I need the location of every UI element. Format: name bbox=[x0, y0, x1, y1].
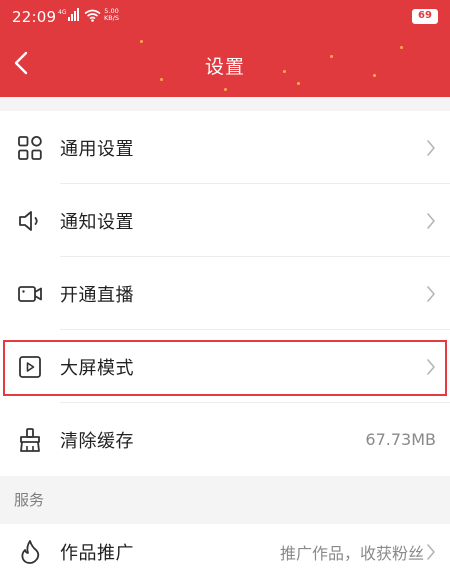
settings-item-general[interactable]: 通用设置 bbox=[0, 111, 450, 184]
settings-item-label: 清除缓存 bbox=[60, 430, 134, 452]
settings-item-large-screen-mode[interactable]: 大屏模式 bbox=[0, 330, 450, 403]
page-title: 设置 bbox=[204, 56, 245, 78]
battery-indicator: 69 bbox=[412, 9, 438, 24]
video-camera-icon bbox=[16, 280, 44, 308]
settings-item-clear-cache[interactable]: 清除缓存 67.73MB bbox=[0, 403, 450, 476]
svg-text:4G: 4G bbox=[58, 9, 67, 16]
signal-4g-icon: 4G bbox=[58, 8, 79, 21]
settings-item-label: 通用设置 bbox=[60, 138, 134, 160]
section-header-services: 服务 bbox=[0, 476, 450, 524]
cache-size-value: 67.73MB bbox=[365, 430, 436, 449]
chevron-right-icon bbox=[427, 544, 435, 560]
status-bar: 22:09 4G 5.00 KB/S 69 bbox=[0, 0, 450, 34]
services-item-promotion[interactable]: 作品推广 推广作品，收获粉丝 bbox=[0, 524, 450, 580]
settings-item-notifications[interactable]: 通知设置 bbox=[0, 184, 450, 257]
settings-item-label: 大屏模式 bbox=[60, 357, 134, 379]
play-screen-icon bbox=[16, 353, 44, 381]
flame-icon bbox=[16, 538, 44, 566]
decor-sparkle bbox=[297, 82, 300, 85]
settings-item-label: 开通直播 bbox=[60, 284, 134, 306]
decor-sparkle bbox=[140, 40, 143, 43]
settings-item-label: 通知设置 bbox=[60, 211, 134, 233]
settings-item-live-stream[interactable]: 开通直播 bbox=[0, 257, 450, 330]
grid-apps-icon bbox=[16, 134, 44, 162]
network-speed: 5.00 KB/S bbox=[104, 8, 119, 22]
speaker-icon bbox=[16, 207, 44, 235]
wifi-icon bbox=[84, 9, 101, 22]
services-item-label: 作品推广 bbox=[60, 543, 134, 564]
chevron-right-icon bbox=[427, 139, 435, 156]
network-speed-unit: KB/S bbox=[104, 14, 120, 22]
section-gap bbox=[0, 97, 450, 111]
decor-sparkle bbox=[224, 88, 227, 91]
promotion-hint: 推广作品，收获粉丝 bbox=[279, 544, 424, 563]
broom-icon bbox=[16, 426, 44, 454]
app-header: 22:09 4G 5.00 KB/S 69 设置 bbox=[0, 0, 450, 97]
chevron-right-icon bbox=[427, 212, 435, 229]
status-time: 22:09 bbox=[12, 8, 57, 26]
chevron-right-icon bbox=[427, 285, 435, 302]
decor-sparkle bbox=[400, 46, 403, 49]
chevron-right-icon bbox=[427, 358, 435, 375]
